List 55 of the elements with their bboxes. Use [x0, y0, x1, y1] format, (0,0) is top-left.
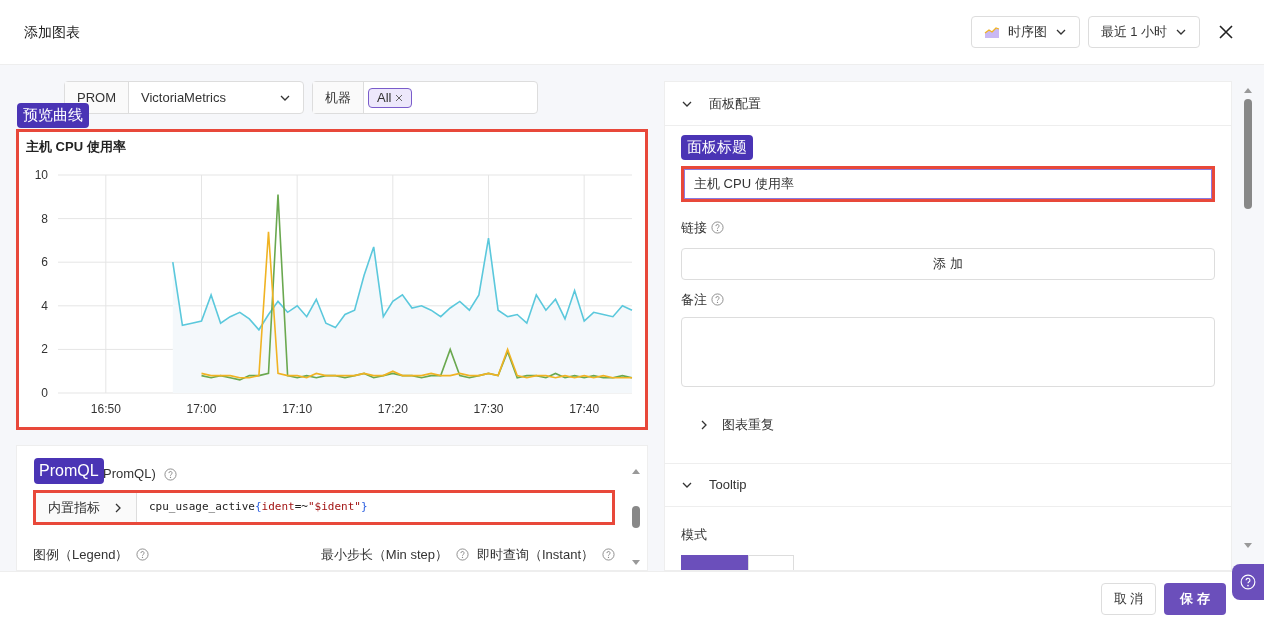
x-tick-label: 17:10: [282, 401, 313, 416]
help-icon: [1240, 574, 1256, 590]
x-tick-label: 17:30: [473, 401, 504, 416]
scroll-up-icon[interactable]: [1244, 87, 1252, 93]
help-icon: [711, 292, 724, 306]
chart-title: 主机 CPU 使用率: [26, 138, 127, 156]
option-label: 即时查询（Instant）: [476, 546, 594, 564]
y-tick-label: 4: [41, 298, 48, 313]
variable-label: 机器: [313, 82, 364, 113]
repeat-toggle[interactable]: 图表重复: [698, 413, 1215, 437]
y-tick-label: 2: [41, 341, 48, 356]
time-range-select[interactable]: 最近 1 小时: [1087, 16, 1200, 48]
field-label: 链接: [681, 219, 707, 237]
x-tick-label: 17:20: [377, 401, 408, 416]
x-tick-label: 16:50: [90, 401, 121, 416]
builtin-metrics-button[interactable]: 内置指标: [36, 493, 137, 522]
option-label: 图例（Legend）: [33, 546, 129, 564]
save-button[interactable]: 保 存: [1164, 582, 1226, 615]
datasource-name: VictoriaMetrics: [141, 88, 226, 107]
cancel-button[interactable]: 取 消: [1100, 582, 1157, 615]
dialog-title: 添加图表: [24, 22, 80, 42]
add-link-button[interactable]: 添 加: [681, 247, 1215, 280]
help-icon: [163, 467, 177, 481]
area-chart-icon: [983, 25, 1000, 39]
y-tick-label: 6: [41, 254, 48, 269]
help-icon: [136, 548, 150, 562]
close-icon: [1218, 24, 1234, 40]
query-label: PromQL): [103, 465, 156, 484]
x-tick-label: 17:00: [186, 401, 217, 416]
x-tick-label: 17:40: [569, 401, 600, 416]
y-tick-label: 0: [41, 385, 48, 400]
remove-icon: [395, 93, 404, 102]
scroll-down-icon[interactable]: [632, 560, 640, 566]
scroll-thumb[interactable]: [632, 506, 640, 528]
scroll-up-icon[interactable]: [632, 468, 640, 474]
help-icon: [602, 548, 615, 562]
annotation-badge: PromQL: [34, 458, 104, 484]
variable-tag[interactable]: All: [368, 87, 413, 108]
option-label: 最小步长（Min step）: [320, 546, 448, 564]
chart-type-select[interactable]: 时序图: [970, 16, 1080, 48]
variable-select[interactable]: 机器 All: [312, 81, 538, 114]
help-button[interactable]: [1232, 564, 1264, 600]
section-header[interactable]: Tooltip: [665, 463, 1231, 507]
promql-input[interactable]: cpu_usage_active{ident=~"$ident"}: [137, 493, 612, 522]
panel-title-input[interactable]: 主机 CPU 使用率: [684, 169, 1212, 199]
annotation-badge: 面板标题: [681, 135, 753, 160]
help-icon: [711, 221, 724, 235]
scroll-down-icon[interactable]: [1244, 543, 1252, 549]
y-tick-label: 10: [34, 167, 48, 182]
scroll-thumb[interactable]: [1244, 99, 1252, 209]
help-icon: [455, 548, 469, 562]
section-header[interactable]: 面板配置: [665, 82, 1231, 126]
y-tick-label: 8: [41, 211, 48, 226]
field-label: 模式: [681, 526, 708, 544]
field-label: 备注: [681, 290, 707, 309]
